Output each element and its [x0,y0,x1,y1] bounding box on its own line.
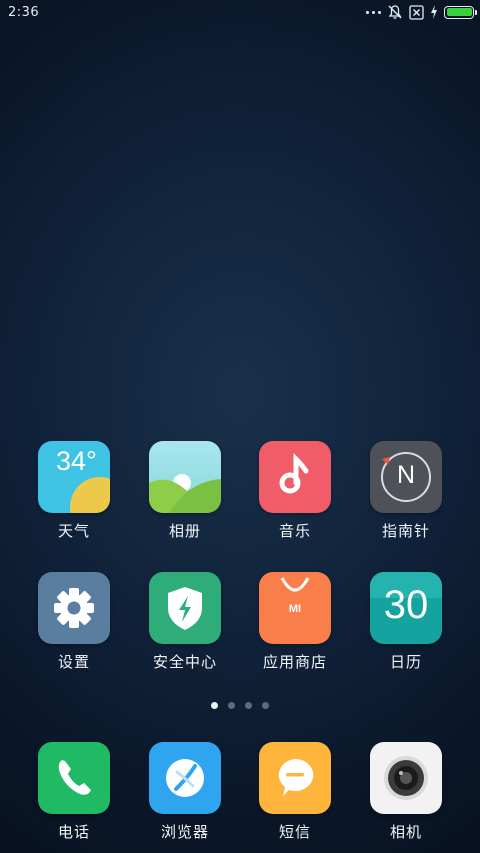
app-label: 安全中心 [152,653,217,671]
dock-browser[interactable]: 浏览器 [130,742,240,842]
dock-camera[interactable]: 相机 [351,742,461,842]
gear-icon [38,572,110,644]
battery-icon [444,5,477,19]
app-label: 相册 [168,522,201,540]
calendar-day: 30 [383,583,429,627]
weather-icon: 34° [38,441,110,513]
status-icons [366,4,477,20]
app-label: 设置 [57,653,90,671]
app-label: 浏览器 [160,823,209,841]
more-dots-icon [366,4,381,20]
shopping-bag-icon: MI [259,572,331,644]
page-dot[interactable] [211,702,218,709]
app-label: 音乐 [278,522,311,540]
app-music[interactable]: 音乐 [240,441,350,541]
app-security[interactable]: 安全中心 [130,572,240,672]
camera-lens-icon [370,742,442,814]
battery-level-fill [446,8,472,16]
page-indicator[interactable] [0,702,480,709]
shield-icon [149,572,221,644]
calendar-icon: 30 [370,572,442,644]
app-label: 日历 [389,653,422,671]
message-bubble-icon [259,742,331,814]
no-sim-icon [409,4,424,20]
page-dot[interactable] [262,702,269,709]
app-label: 相机 [389,823,422,841]
dock-messages[interactable]: 短信 [240,742,350,842]
app-settings[interactable]: 设置 [19,572,129,672]
bell-muted-icon [388,5,402,19]
weather-temperature: 34° [56,446,97,476]
status-time: 2:36 [8,5,40,20]
app-label: 短信 [278,823,311,841]
gallery-icon [149,441,221,513]
browser-globe-icon [149,742,221,814]
app-store[interactable]: MI 应用商店 [240,572,350,672]
charging-icon [431,5,437,19]
app-compass[interactable]: N 指南针 [351,441,461,541]
app-label: 应用商店 [262,653,327,671]
page-dot[interactable] [228,702,235,709]
app-label: 电话 [57,823,90,841]
compass-letter: N [396,461,416,489]
status-bar: 2:36 [0,0,480,26]
app-weather[interactable]: 34° 天气 [19,441,129,541]
dock-phone[interactable]: 电话 [19,742,129,842]
phone-icon [38,742,110,814]
app-calendar[interactable]: 30 日历 [351,572,461,672]
app-label: 指南针 [381,522,430,540]
page-dot[interactable] [245,702,252,709]
app-label: 天气 [57,522,90,540]
music-note-icon [259,441,331,513]
compass-icon: N [370,441,442,513]
store-logo-text: MI [288,603,302,615]
app-gallery[interactable]: 相册 [130,441,240,541]
